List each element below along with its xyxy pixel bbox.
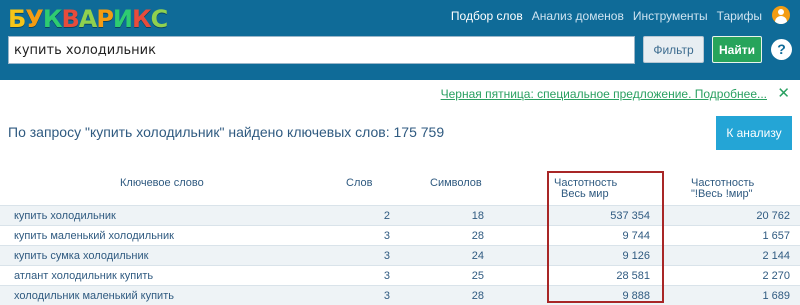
table-row: купить маленький холодильник 3 28 9 744 … — [0, 225, 800, 245]
keyword-cell[interactable]: холодильник маленький купить — [14, 290, 174, 302]
logo-letter: А — [78, 5, 98, 33]
frequency-cell: 28 581 — [616, 270, 650, 282]
chars-cell: 24 — [471, 250, 484, 262]
close-icon[interactable]: ✕ — [777, 84, 790, 102]
logo-letter: К — [42, 5, 63, 33]
words-cell: 3 — [383, 290, 390, 302]
user-icon-head — [778, 9, 784, 15]
chars-cell: 28 — [471, 290, 484, 302]
search-input[interactable] — [8, 36, 635, 64]
filter-button[interactable]: Фильтр — [643, 36, 704, 63]
find-button[interactable]: Найти — [712, 36, 762, 63]
words-cell: 3 — [383, 250, 390, 262]
logo-letter: С — [150, 5, 169, 33]
header-exact-frequency-line2: "!Весь !мир" — [691, 188, 753, 200]
nav-domain-analysis[interactable]: Анализ доменов — [532, 9, 624, 23]
table-row: купить холодильник 2 18 537 354 20 762 — [0, 205, 800, 225]
exact-frequency-cell: 1 689 — [762, 290, 790, 302]
exact-frequency-cell: 20 762 — [756, 210, 790, 222]
table-header: Ключевое слово Слов Символов Частотность… — [0, 168, 800, 206]
promo-link[interactable]: Черная пятница: специальное предложение.… — [441, 87, 767, 101]
top-header: БУКВАРИКС Подбор слов Анализ доменов Инс… — [0, 0, 800, 80]
exact-frequency-cell: 1 657 — [762, 230, 790, 242]
user-icon[interactable] — [772, 6, 790, 24]
header-words[interactable]: Слов — [346, 177, 372, 189]
words-cell: 3 — [383, 230, 390, 242]
keyword-cell[interactable]: купить сумка холодильник — [14, 250, 148, 262]
keyword-cell[interactable]: купить маленький холодильник — [14, 230, 174, 242]
logo-letter: Б — [8, 5, 26, 33]
nav-word-selection[interactable]: Подбор слов — [451, 9, 523, 23]
table-row: купить сумка холодильник 3 24 9 126 2 14… — [0, 245, 800, 265]
words-cell: 3 — [383, 270, 390, 282]
frequency-cell: 9 126 — [622, 250, 650, 262]
user-icon-body — [775, 16, 787, 24]
frequency-cell: 9 744 — [622, 230, 650, 242]
frequency-cell: 537 354 — [610, 210, 650, 222]
header-keyword[interactable]: Ключевое слово — [120, 177, 204, 189]
chars-cell: 25 — [471, 270, 484, 282]
results-summary: По запросу "купить холодильник" найдено … — [8, 124, 445, 140]
exact-frequency-cell: 2 270 — [762, 270, 790, 282]
logo-letter: К — [132, 5, 152, 33]
keyword-cell[interactable]: купить холодильник — [14, 210, 116, 222]
help-icon[interactable]: ? — [771, 39, 792, 60]
header-chars[interactable]: Символов — [430, 177, 482, 189]
chars-cell: 28 — [471, 230, 484, 242]
frequency-cell: 9 888 — [622, 290, 650, 302]
chars-cell: 18 — [471, 210, 484, 222]
keyword-cell[interactable]: атлант холодильник купить — [14, 270, 153, 282]
logo-letter: У — [25, 5, 43, 33]
table-row: атлант холодильник купить 3 25 28 581 2 … — [0, 265, 800, 285]
table-row: холодильник маленький купить 3 28 9 888 … — [0, 285, 800, 305]
logo[interactable]: БУКВАРИКС — [8, 4, 169, 34]
logo-letter: В — [61, 5, 79, 33]
logo-letter: И — [112, 5, 133, 33]
exact-frequency-cell: 2 144 — [762, 250, 790, 262]
logo-letter: Р — [96, 5, 114, 33]
nav-pricing[interactable]: Тарифы — [717, 9, 762, 23]
words-cell: 2 — [383, 210, 390, 222]
analyze-button[interactable]: К анализу — [716, 116, 792, 150]
main-nav: Подбор слов Анализ доменов Инструменты Т… — [451, 9, 762, 23]
header-frequency-line2: Весь мир — [561, 188, 609, 200]
nav-tools[interactable]: Инструменты — [633, 9, 708, 23]
